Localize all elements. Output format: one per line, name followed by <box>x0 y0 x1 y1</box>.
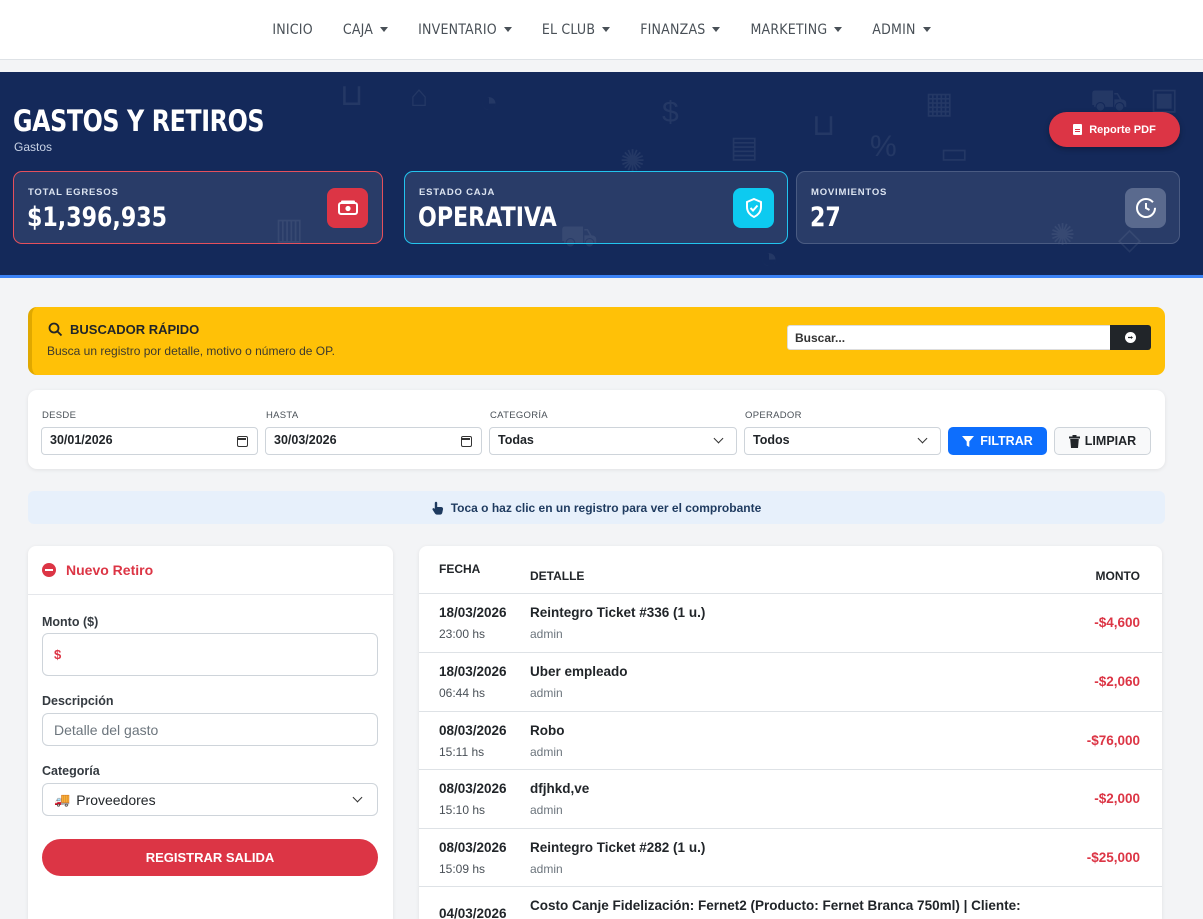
page-header: ⌂ $ % ⊔ ▦ ▣ ⛟ ▤ ✺ ▭ ▥ ⛟ ◔ ✺ ◇ ⊔ ◔ GASTOS… <box>0 72 1203 278</box>
percent-icon: % <box>870 130 897 163</box>
page-subtitle: Gastos <box>14 140 53 154</box>
search-input[interactable]: Buscar... <box>787 325 1111 350</box>
nav-admin[interactable]: ADMIN <box>857 22 945 38</box>
minus-circle-icon <box>42 563 56 577</box>
receipt-icon: ▤ <box>730 131 759 164</box>
date-from-input[interactable]: 30/01/2026 <box>41 427 258 455</box>
report-pdf-button[interactable]: Reporte PDF <box>1049 112 1180 147</box>
nav-inicio[interactable]: INICIO <box>257 22 327 38</box>
basket-icon: ⊔ <box>340 79 364 112</box>
table-row[interactable]: 08/03/2026 15:11 hs Robo admin -$76,000 <box>419 711 1162 770</box>
calendar-icon[interactable] <box>461 436 472 447</box>
filter-button[interactable]: FILTRAR <box>948 427 1047 455</box>
column-header-fecha: FECHA <box>439 562 481 576</box>
search-title: BUSCADOR RÁPIDO <box>70 322 200 337</box>
currency-prefix: $ <box>54 647 62 662</box>
withdrawal-category-select[interactable]: 🚚 Proveedores <box>42 783 378 816</box>
column-header-detalle: DETALLE <box>530 569 585 583</box>
quick-search-panel: BUSCADOR RÁPIDO Busca un registro por de… <box>28 307 1165 375</box>
chevron-down-icon <box>713 433 724 444</box>
register-withdrawal-button[interactable]: REGISTRAR SALIDA <box>42 839 378 876</box>
caret-down-icon <box>834 27 843 32</box>
calendar-icon[interactable] <box>237 436 248 447</box>
receipt-hint-banner: Toca o haz clic en un registro para ver … <box>28 491 1165 524</box>
top-navbar: INICIO CAJA INVENTARIO EL CLUB FINANZAS … <box>0 0 1203 60</box>
filter-operador-label: OPERADOR <box>745 410 802 421</box>
date-to-input[interactable]: 30/03/2026 <box>265 427 482 455</box>
piggy-bank-icon: ◔ <box>480 86 499 119</box>
caret-down-icon <box>380 27 389 32</box>
dollar-icon: $ <box>662 96 679 129</box>
filter-icon <box>962 435 975 447</box>
hand-pointer-icon <box>432 501 443 515</box>
filter-hasta-label: HASTA <box>266 410 299 421</box>
nav-el-club[interactable]: EL CLUB <box>527 22 625 38</box>
transactions-table: FECHA DETALLE MONTO 18/03/2026 23:00 hs … <box>419 546 1162 919</box>
clear-button[interactable]: LIMPIAR <box>1054 427 1151 455</box>
filter-categoria-label: CATEGORÍA <box>490 410 548 421</box>
table-row[interactable]: 18/03/2026 06:44 hs Uber empleado admin … <box>419 652 1162 711</box>
chevron-down-icon <box>917 433 928 444</box>
search-icon <box>48 322 63 342</box>
nav-finanzas[interactable]: FINANZAS <box>625 22 735 38</box>
nav-caja[interactable]: CAJA <box>328 22 403 38</box>
nav-marketing[interactable]: MARKETING <box>735 22 857 38</box>
nav-inventario[interactable]: INVENTARIO <box>403 22 527 38</box>
truck-icon: 🚚 <box>54 791 71 807</box>
table-row[interactable]: 08/03/2026 15:10 hs dfjhkd,ve admin -$2,… <box>419 769 1162 828</box>
stat-card-estado-caja: ESTADO CAJA OPERATIVA <box>404 171 788 244</box>
amount-label: Monto ($) <box>42 615 99 629</box>
stat-card-total-egresos: TOTAL EGRESOS $1,396,935 <box>13 171 383 244</box>
house-icon: ⌂ <box>410 80 429 113</box>
page-title: GASTOS Y RETIROS <box>13 104 265 138</box>
piggy-bank-icon: ◔ <box>760 242 779 275</box>
trash-icon <box>1068 434 1080 448</box>
stat-card-movimientos: MOVIMIENTOS 27 <box>796 171 1180 244</box>
cash-icon: ▭ <box>940 137 969 170</box>
shield-check-icon <box>733 188 774 228</box>
column-header-monto: MONTO <box>1095 569 1140 583</box>
search-description: Busca un registro por detalle, motivo o … <box>47 344 335 358</box>
table-row[interactable]: 18/03/2026 23:00 hs Reintegro Ticket #33… <box>419 593 1162 652</box>
file-pdf-icon <box>1073 124 1083 135</box>
new-withdrawal-header: Nuevo Retiro <box>28 546 393 595</box>
caret-down-icon <box>503 27 512 32</box>
caret-down-icon <box>712 27 721 32</box>
clock-icon <box>1125 188 1166 228</box>
category-label: Categoría <box>42 764 100 778</box>
qr-icon: ▦ <box>925 87 954 120</box>
basket-icon: ⊔ <box>812 109 836 142</box>
amount-input[interactable]: $ <box>42 633 378 676</box>
description-label: Descripción <box>42 694 114 708</box>
description-input[interactable]: Detalle del gasto <box>42 713 378 746</box>
filter-panel: DESDE 30/01/2026 HASTA 30/03/2026 CATEGO… <box>28 390 1165 469</box>
chevron-down-icon <box>352 792 363 803</box>
new-withdrawal-card: Nuevo Retiro Monto ($) $ Descripción Det… <box>28 546 393 919</box>
category-select[interactable]: Todas <box>489 427 737 455</box>
caret-down-icon <box>602 27 611 32</box>
filter-desde-label: DESDE <box>42 410 77 421</box>
table-row[interactable]: 04/03/2026 Costo Canje Fidelización: Fer… <box>419 886 1162 919</box>
operator-select[interactable]: Todos <box>744 427 941 455</box>
table-row[interactable]: 08/03/2026 15:09 hs Reintegro Ticket #28… <box>419 828 1162 887</box>
money-bill-icon <box>327 188 368 228</box>
search-submit-button[interactable] <box>1110 325 1151 350</box>
arrow-right-circle-icon <box>1125 332 1136 343</box>
caret-down-icon <box>922 27 931 32</box>
